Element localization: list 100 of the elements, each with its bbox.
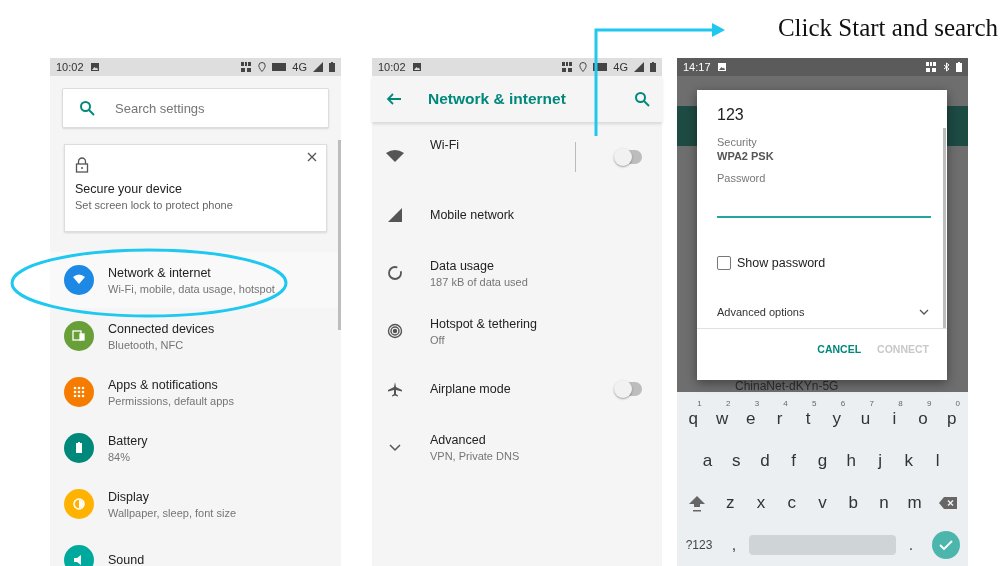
keyboard-key[interactable]: a <box>693 441 722 481</box>
keyboard-key[interactable]: n <box>868 483 900 523</box>
item-subtitle: Wallpaper, sleep, font size <box>108 506 236 519</box>
network-item[interactable]: Data usage 187 kB of data used <box>372 244 662 302</box>
back-button[interactable] <box>386 92 402 106</box>
settings-item[interactable]: Network & internet Wi-Fi, mobile, data usage, hotspot <box>50 252 341 308</box>
grid-icon <box>561 62 574 72</box>
settings-item[interactable]: Battery 84% <box>50 420 341 476</box>
keyboard-key[interactable]: u 7 <box>851 399 880 439</box>
search-button[interactable] <box>634 91 650 107</box>
key-hint: 7 <box>869 399 874 408</box>
period-key[interactable]: . <box>896 525 926 565</box>
item-subtitle: 187 kB of data used <box>430 275 529 288</box>
keyboard-key[interactable]: w 2 <box>707 399 737 439</box>
keyboard-key[interactable]: l <box>923 441 953 481</box>
location-icon <box>579 62 588 72</box>
settings-item[interactable]: Connected devices Bluetooth, NFC <box>50 308 341 364</box>
network-item[interactable]: Hotspot & tethering Off <box>372 302 662 360</box>
keyboard-key[interactable]: r 4 <box>765 399 794 439</box>
item-subtitle: Wi-Fi, mobile, data usage, hotspot <box>108 282 275 295</box>
item-title: Airplane mode <box>430 382 512 396</box>
lock-icon <box>75 157 89 173</box>
keyboard-key[interactable]: y 6 <box>822 399 852 439</box>
settings-item[interactable]: Sound <box>50 532 341 566</box>
settings-item[interactable]: Display Wallpaper, sleep, font size <box>50 476 341 532</box>
keyboard-key[interactable]: q 1 <box>679 399 708 439</box>
dialog-button[interactable]: CANCEL <box>811 339 868 359</box>
keyboard-key[interactable]: d <box>750 441 780 481</box>
search-placeholder: Search settings <box>115 100 205 116</box>
volte-icon <box>272 62 287 72</box>
bluetooth-icon <box>943 62 950 72</box>
symbols-key[interactable]: ?123 <box>679 525 719 565</box>
keyboard-key[interactable]: t 5 <box>793 399 823 439</box>
status-time: 10:02 <box>56 61 84 73</box>
network-type: 4G <box>292 61 307 73</box>
key-hint: 2 <box>725 399 731 408</box>
keyboard-key[interactable]: o 9 <box>908 399 938 439</box>
item-title: Display <box>108 489 150 504</box>
signal-icon <box>386 207 404 223</box>
item-title: Sound <box>108 553 145 566</box>
keyboard-key[interactable]: i 8 <box>879 399 909 439</box>
close-button[interactable] <box>306 151 318 163</box>
key-hint: 8 <box>898 399 903 408</box>
item-subtitle: Bluetooth, NFC <box>108 338 185 351</box>
toggle-switch[interactable] <box>616 382 642 396</box>
keyboard-key[interactable]: b <box>837 483 869 523</box>
key-hint: 9 <box>926 399 932 408</box>
checkbox-label: Show password <box>737 256 826 270</box>
item-title: Mobile network <box>430 208 516 222</box>
settings-item[interactable]: Apps & notifications Permissions, default apps <box>50 364 341 420</box>
status-time: 14:17 <box>683 61 711 73</box>
keyboard-key[interactable]: m <box>899 483 931 523</box>
item-title: Data usage <box>430 258 495 273</box>
search-icon <box>79 100 95 116</box>
item-title: Network & internet <box>108 265 212 280</box>
advanced-options[interactable]: Advanced options <box>717 306 805 318</box>
keyboard-key[interactable]: v <box>807 483 838 523</box>
key-hint: 6 <box>840 399 846 408</box>
key-hint: 5 <box>812 399 817 408</box>
check-icon <box>939 539 953 551</box>
chevron-down-icon <box>919 309 929 315</box>
volte-icon <box>593 62 608 72</box>
enter-key[interactable] <box>932 531 960 559</box>
network-item[interactable]: Wi-Fi <box>372 128 662 186</box>
keyboard-key[interactable]: c <box>776 483 808 523</box>
keyboard-key[interactable]: h <box>836 441 866 481</box>
network-item[interactable]: Airplane mode <box>372 360 662 418</box>
search-field[interactable]: Search settings <box>62 88 329 128</box>
item-title: Apps & notifications <box>108 377 219 392</box>
keyboard-key[interactable]: g <box>808 441 837 481</box>
keyboard-key[interactable]: e 3 <box>736 399 766 439</box>
battery-icon <box>329 62 335 72</box>
image-icon <box>411 62 422 72</box>
network-item[interactable]: Advanced VPN, Private DNS <box>372 418 662 476</box>
screen-title: Network & internet <box>428 90 567 108</box>
status-time: 10:02 <box>378 61 406 73</box>
dialog-title: 123 <box>717 106 745 124</box>
item-title: Wi-Fi <box>430 138 461 152</box>
keyboard-key[interactable]: f <box>779 441 809 481</box>
grid-icon <box>240 62 253 72</box>
comma-key[interactable]: , <box>719 525 749 565</box>
keyboard-key[interactable]: s <box>721 441 751 481</box>
signal-icon <box>634 62 644 72</box>
battery-icon <box>956 62 962 72</box>
network-item[interactable]: Mobile network <box>372 186 662 244</box>
keyboard-key[interactable]: x <box>745 483 777 523</box>
keyboard-key[interactable]: j <box>865 441 895 481</box>
security-label: Security <box>717 136 758 148</box>
key-hint: 0 <box>955 399 961 408</box>
item-title: Hotspot & tethering <box>430 316 538 331</box>
battery-icon <box>650 62 656 72</box>
keyboard-key[interactable]: z <box>715 483 746 523</box>
checkbox[interactable] <box>717 256 731 270</box>
network-type: 4G <box>613 61 628 73</box>
keyboard-key[interactable]: p 0 <box>937 399 967 439</box>
item-title: Battery <box>108 433 148 448</box>
wifi-icon <box>386 149 404 165</box>
toggle-switch[interactable] <box>616 150 642 164</box>
keyboard-key[interactable]: k <box>894 441 924 481</box>
item-subtitle: 84% <box>108 450 132 463</box>
